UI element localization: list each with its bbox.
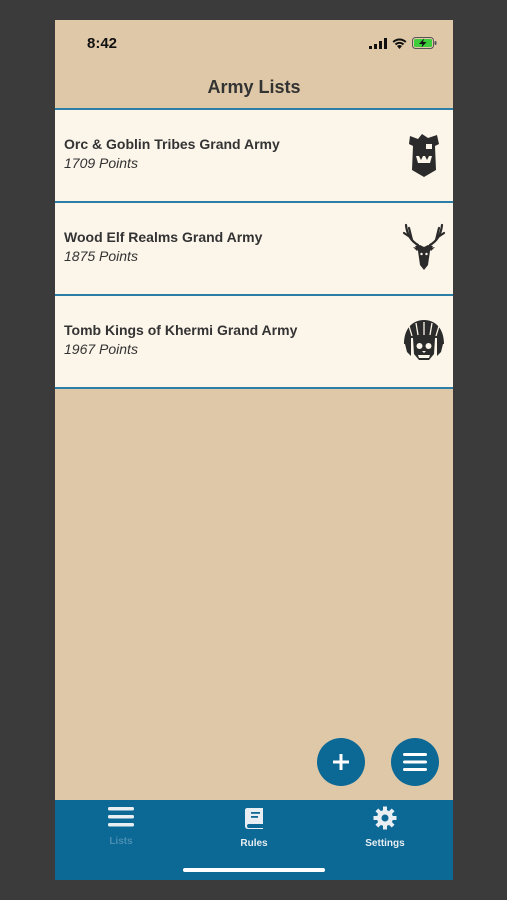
status-icons — [369, 37, 437, 49]
army-points: 1875 Points — [64, 248, 138, 264]
book-icon — [245, 808, 263, 829]
skull-headdress-icon — [404, 320, 444, 360]
army-points: 1967 Points — [64, 341, 138, 357]
army-name: Tomb Kings of Khermi Grand Army — [64, 322, 298, 338]
home-indicator[interactable] — [183, 868, 325, 872]
list-icon — [108, 807, 134, 827]
menu-button[interactable] — [391, 738, 439, 786]
army-list-item[interactable]: Wood Elf Realms Grand Army 1875 Points — [55, 201, 453, 294]
plus-icon — [333, 754, 349, 770]
stag-head-icon — [402, 223, 446, 270]
app-screen: 8:42 Army Lists Orc & Goblin Tribes Gran… — [55, 20, 453, 880]
tab-label: Rules — [240, 838, 268, 849]
army-list-item[interactable]: Tomb Kings of Khermi Grand Army 1967 Poi… — [55, 294, 453, 389]
tab-lists[interactable]: Lists — [71, 806, 171, 847]
tab-settings[interactable]: Settings — [335, 806, 435, 849]
signal-icon — [369, 37, 387, 49]
gear-icon — [373, 806, 397, 830]
army-points: 1709 Points — [64, 155, 138, 171]
wifi-icon — [392, 38, 407, 49]
add-list-button[interactable] — [317, 738, 365, 786]
army-list: Orc & Goblin Tribes Grand Army 1709 Poin… — [55, 108, 453, 389]
army-list-item[interactable]: Orc & Goblin Tribes Grand Army 1709 Poin… — [55, 108, 453, 201]
army-name: Wood Elf Realms Grand Army — [64, 229, 263, 245]
tab-label: Settings — [365, 838, 405, 849]
tab-rules[interactable]: Rules — [204, 806, 304, 849]
army-name: Orc & Goblin Tribes Grand Army — [64, 136, 280, 152]
status-time: 8:42 — [87, 35, 118, 52]
status-bar: 8:42 — [55, 20, 453, 70]
battery-charging-icon — [412, 37, 437, 49]
tab-bar: Lists Rules Settings — [55, 800, 453, 880]
page-title: Army Lists — [207, 77, 301, 97]
hamburger-icon — [403, 753, 427, 771]
orc-head-icon — [409, 134, 439, 177]
tab-label: Lists — [109, 836, 133, 847]
